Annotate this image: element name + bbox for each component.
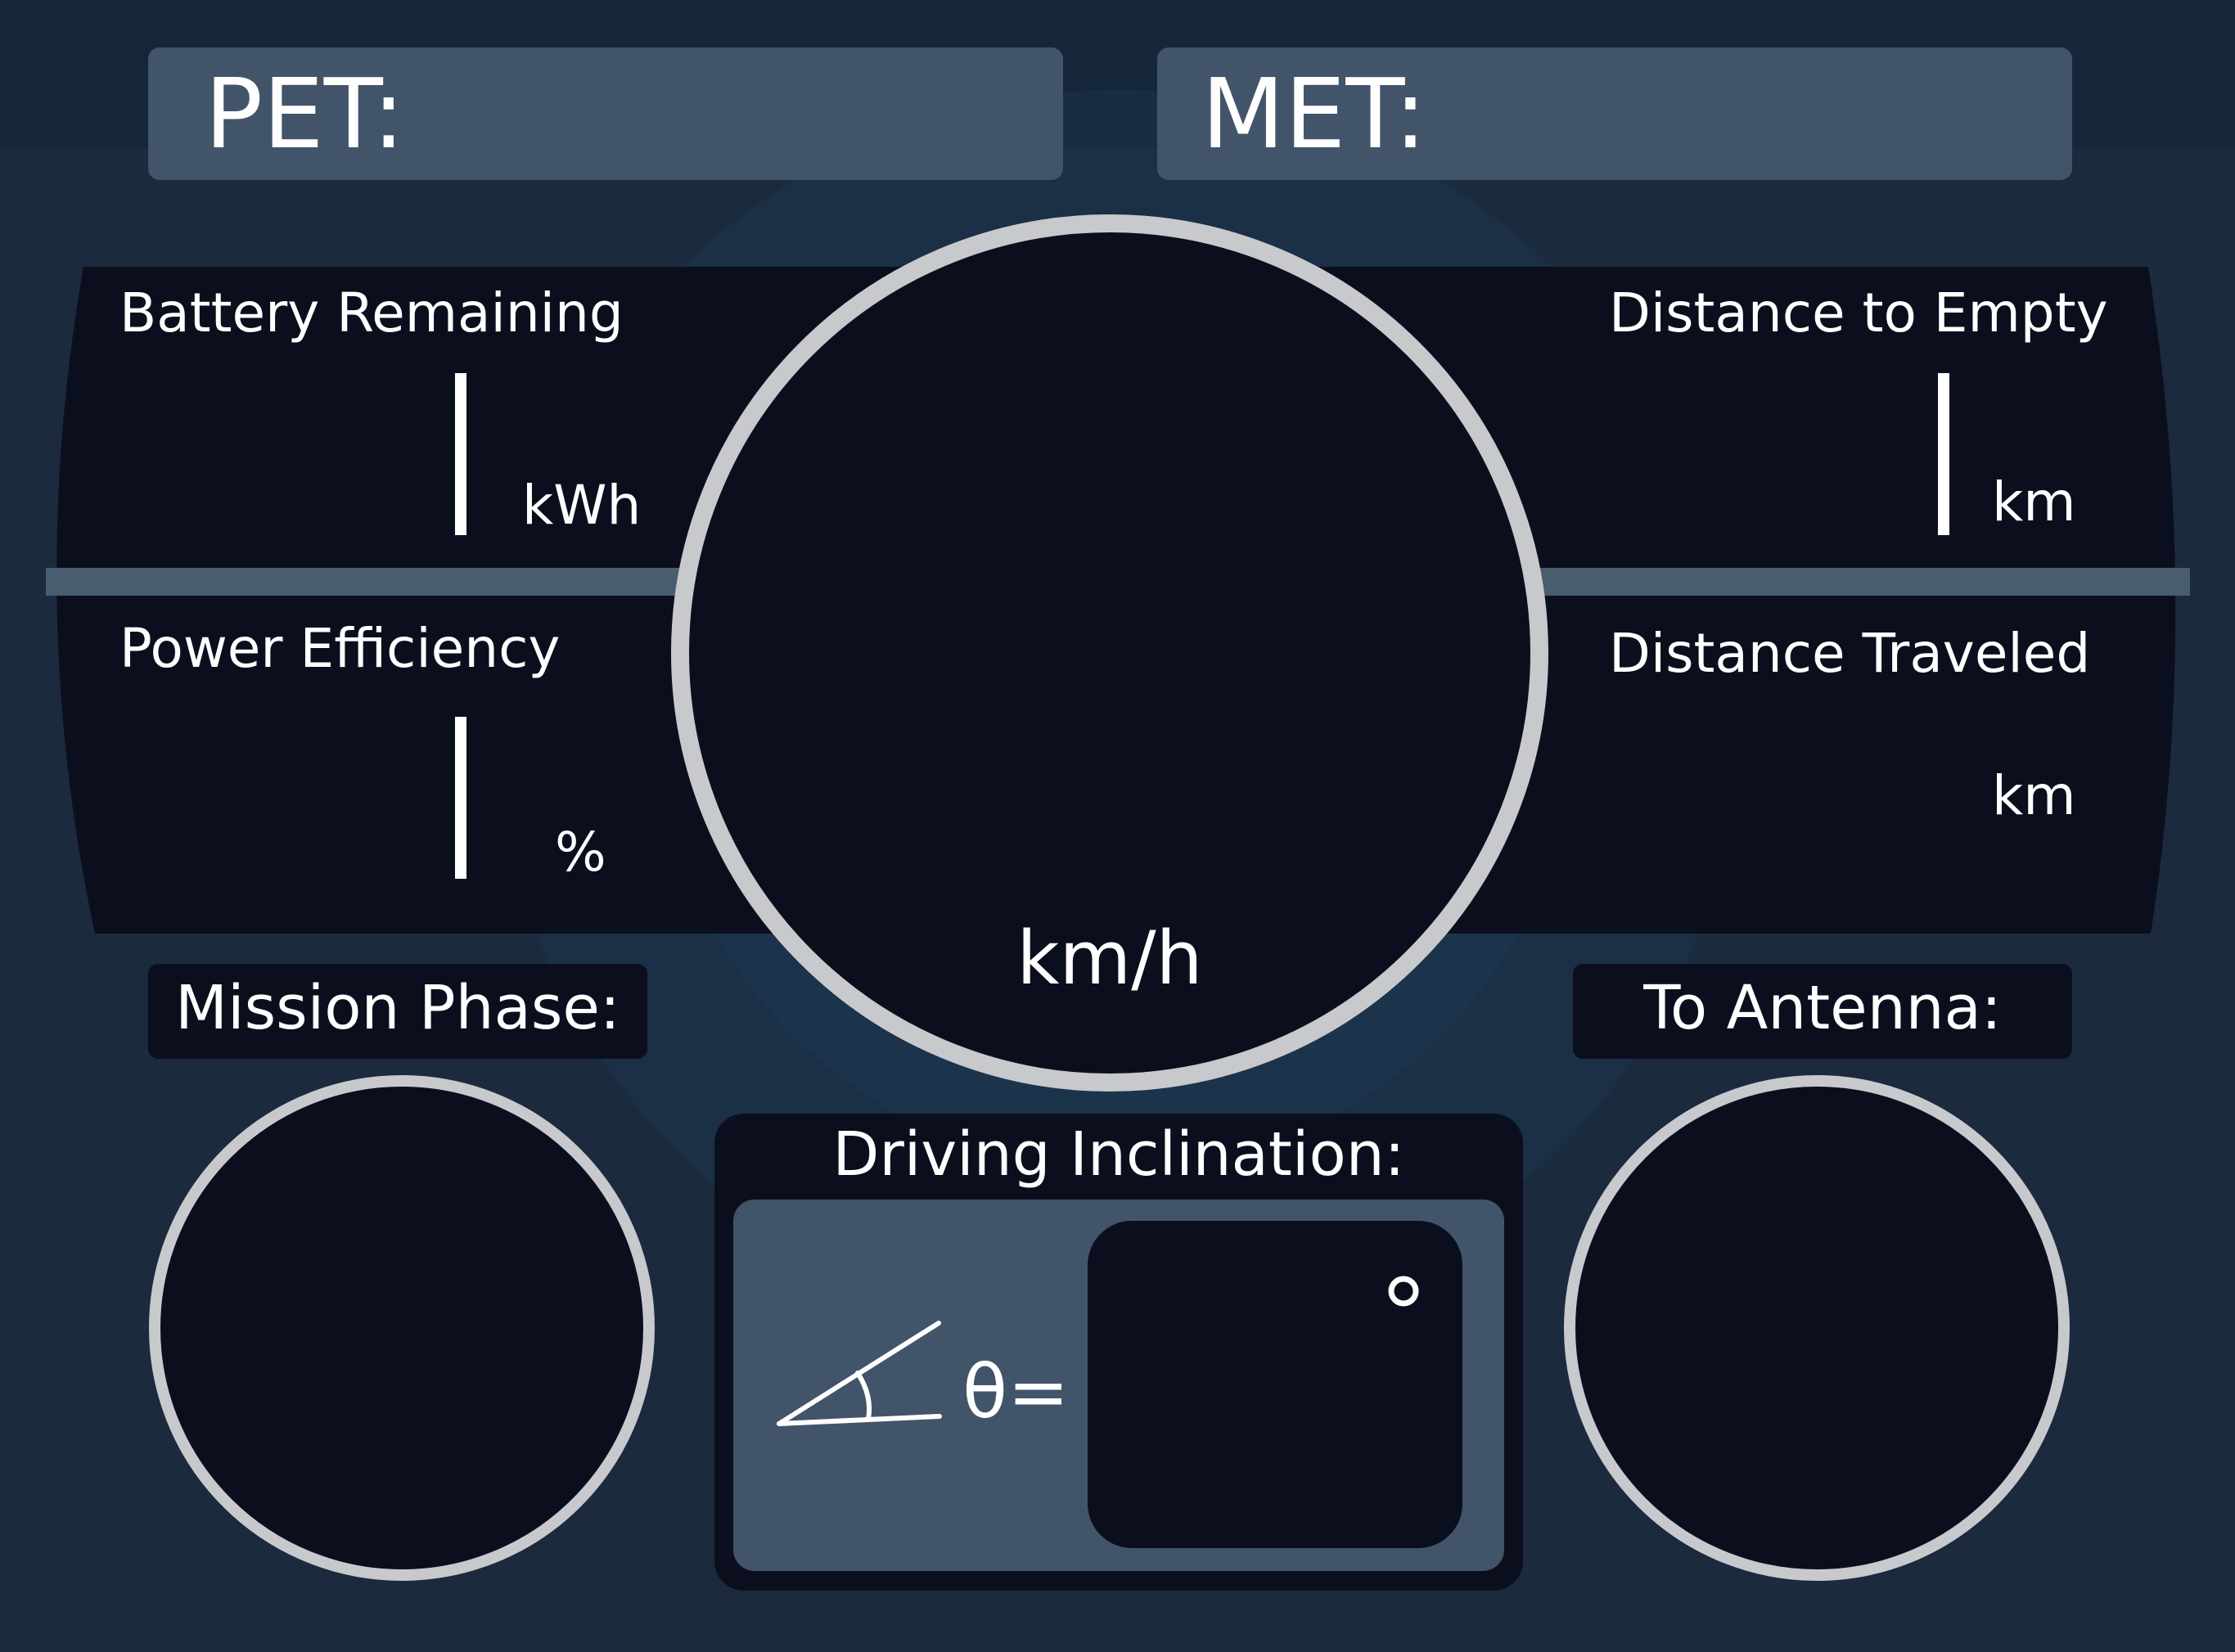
driving-inclination-panel: Driving Inclination: θ= <box>714 1114 1523 1591</box>
speed-unit: km/h <box>1016 916 1202 1002</box>
distance-traveled-label: Distance Traveled <box>1609 622 2090 685</box>
battery-unit: kWh <box>522 474 641 537</box>
met-display: MET: <box>1157 47 2072 180</box>
met-label: MET: <box>1201 57 1426 170</box>
mission-phase-indicator: Mission Phase: <box>148 964 655 1581</box>
rover-dashboard: PET: MET: Battery Remaining kWh Power Ef… <box>0 0 2235 1652</box>
to-antenna-indicator: To Antenna: <box>1564 964 2072 1581</box>
efficiency-separator <box>455 717 466 879</box>
inclination-value-box <box>1088 1221 1462 1548</box>
dashboard-canvas: PET: MET: Battery Remaining kWh Power Ef… <box>0 0 2235 1652</box>
mission-phase-dial <box>149 1075 655 1581</box>
antenna-dial <box>1564 1075 2070 1581</box>
mission-phase-label: Mission Phase: <box>175 973 620 1043</box>
pet-label: PET: <box>205 57 405 170</box>
efficiency-unit: % <box>555 821 606 884</box>
distance-empty-label: Distance to Empty <box>1609 281 2108 344</box>
speedometer: km/h <box>671 214 1548 1092</box>
battery-separator <box>455 373 466 535</box>
distance-empty-separator <box>1938 373 1949 535</box>
inclination-label: Driving Inclination: <box>832 1119 1404 1190</box>
battery-label: Battery Remaining <box>119 281 624 344</box>
theta-symbol: θ= <box>962 1349 1069 1435</box>
distance-empty-unit: km <box>1992 470 2076 533</box>
antenna-label: To Antenna: <box>1642 973 2002 1043</box>
pet-display: PET: <box>148 47 1063 180</box>
distance-traveled-unit: km <box>1992 764 2076 827</box>
efficiency-label: Power Efficiency <box>119 617 560 680</box>
